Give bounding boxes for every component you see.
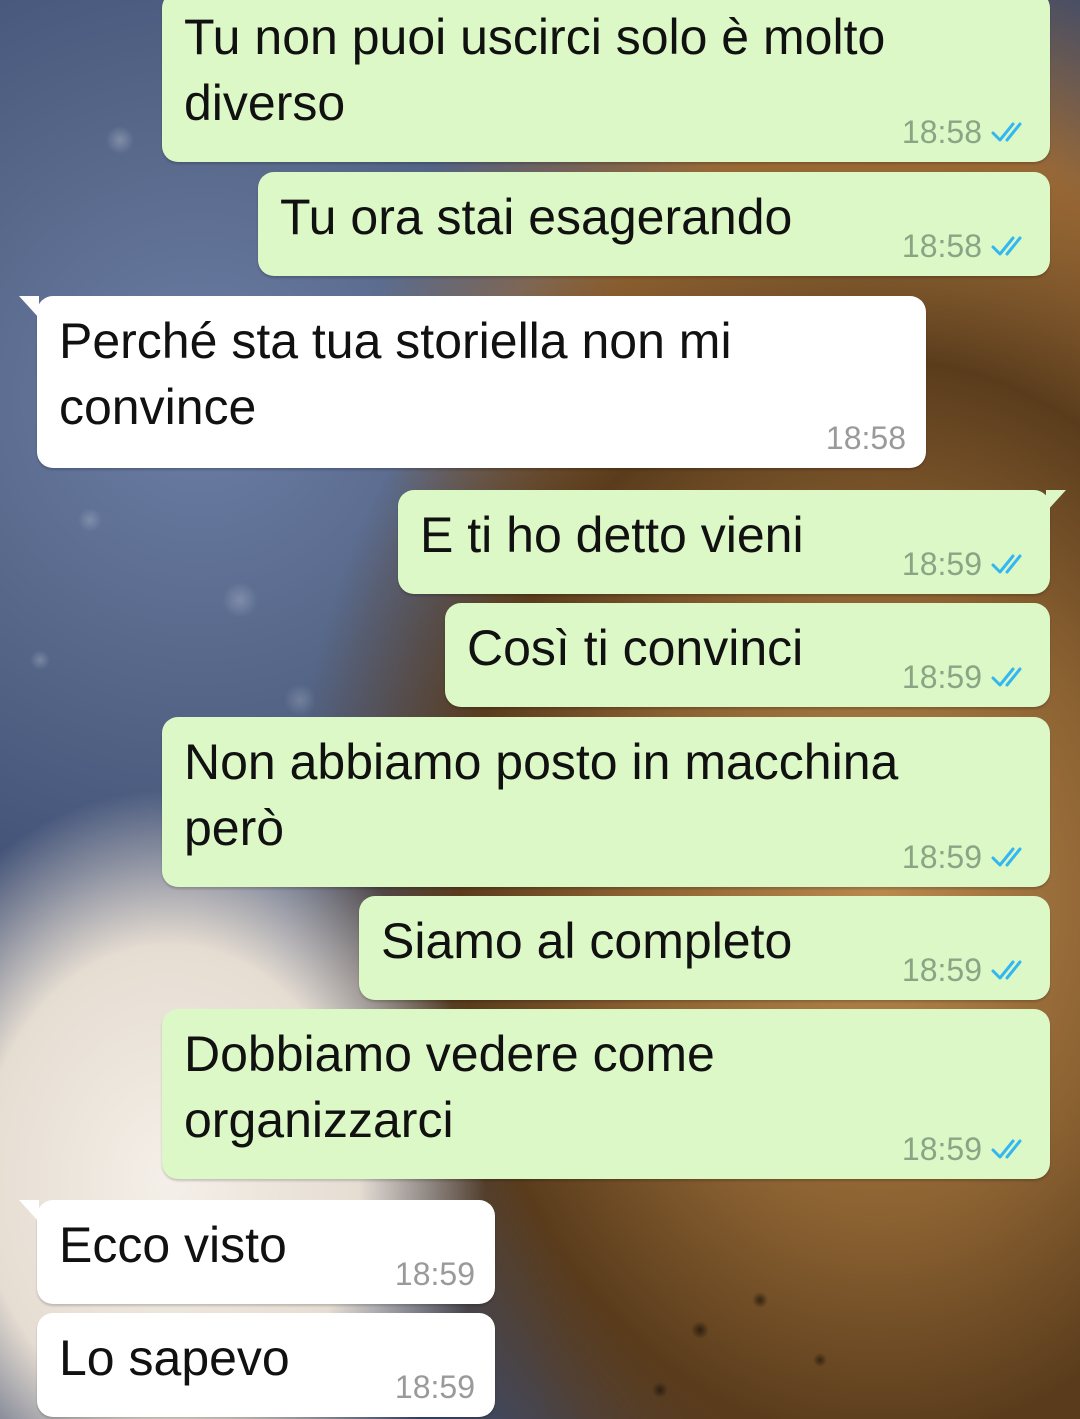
message-meta: 18:59 <box>902 659 1030 695</box>
message-meta: 18:59 <box>902 1131 1030 1167</box>
message-time: 18:58 <box>901 114 982 150</box>
message-bubble-incoming[interactable]: Lo sapevo 18:59 <box>37 1313 495 1417</box>
double-check-read-icon <box>991 122 1022 142</box>
double-check-read-icon <box>991 236 1022 256</box>
message-meta: 18:59 <box>902 546 1030 582</box>
double-check-read-icon <box>991 1139 1022 1159</box>
message-time: 18:59 <box>901 1131 982 1167</box>
message-list[interactable]: Tu non puoi uscirci solo è molto diverso… <box>0 0 1080 1419</box>
double-check-read-icon <box>991 960 1022 980</box>
message-meta: 18:59 <box>902 839 1030 875</box>
message-bubble-outgoing[interactable]: Siamo al completo 18:59 <box>359 896 1050 1000</box>
message-text: Perché sta tua storiella non mi convince <box>59 313 732 435</box>
message-meta: 18:59 <box>395 1256 475 1292</box>
bubble-tail <box>19 296 39 318</box>
bubble-tail <box>1046 490 1066 512</box>
message-bubble-outgoing[interactable]: Così ti convinci 18:59 <box>445 603 1050 707</box>
message-bubble-outgoing[interactable]: Non abbiamo posto in macchina però 18:59 <box>162 717 1050 887</box>
message-bubble-incoming[interactable]: Ecco visto 18:59 <box>19 1200 495 1304</box>
double-check-read-icon <box>991 554 1022 574</box>
message-meta: 18:58 <box>902 114 1030 150</box>
message-bubble-outgoing[interactable]: Tu ora stai esagerando 18:58 <box>258 172 1050 276</box>
message-bubble-outgoing[interactable]: Tu non puoi uscirci solo è molto diverso… <box>162 0 1050 162</box>
message-time: 18:59 <box>394 1369 475 1405</box>
message-meta: 18:58 <box>902 228 1030 264</box>
message-time: 18:59 <box>901 952 982 988</box>
message-time: 18:58 <box>901 228 982 264</box>
message-meta: 18:58 <box>826 420 906 456</box>
message-bubble-incoming[interactable]: Perché sta tua storiella non mi convince… <box>19 296 926 468</box>
message-time: 18:59 <box>901 546 982 582</box>
message-bubble-outgoing[interactable]: E ti ho detto vieni 18:59 <box>398 490 1066 594</box>
message-time: 18:58 <box>825 420 906 456</box>
message-time: 18:59 <box>901 839 982 875</box>
bubble-tail <box>19 1200 39 1222</box>
double-check-read-icon <box>991 667 1022 687</box>
message-bubble-outgoing[interactable]: Dobbiamo vedere come organizzarci 18:59 <box>162 1009 1050 1179</box>
message-time: 18:59 <box>901 659 982 695</box>
message-meta: 18:59 <box>395 1369 475 1405</box>
double-check-read-icon <box>991 847 1022 867</box>
message-meta: 18:59 <box>902 952 1030 988</box>
message-time: 18:59 <box>394 1256 475 1292</box>
